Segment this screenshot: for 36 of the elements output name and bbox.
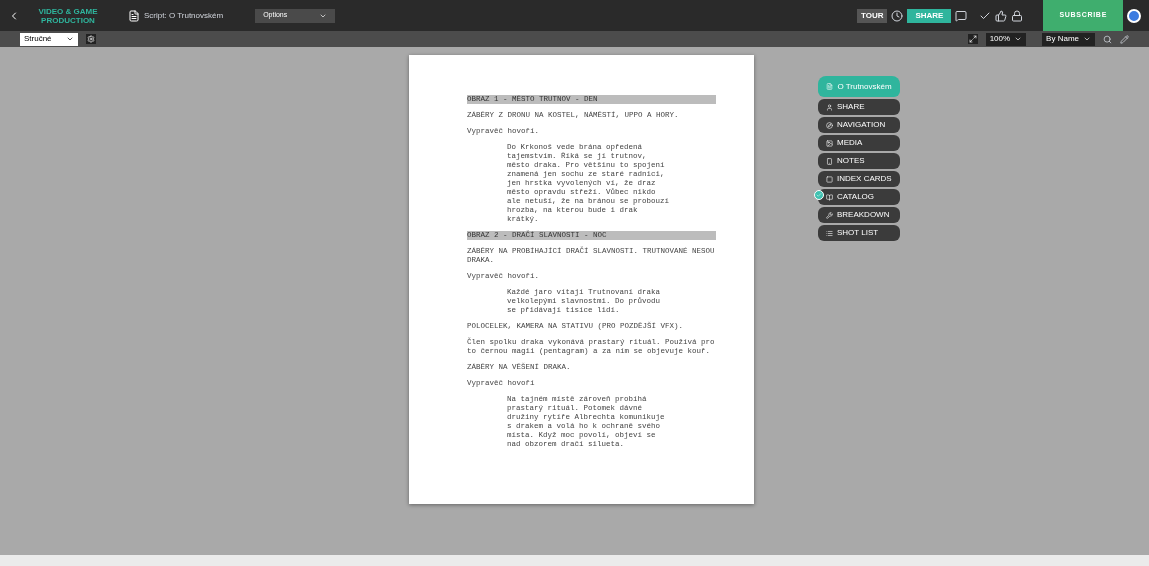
caret-icon <box>1014 35 1023 43</box>
avatar[interactable] <box>1127 8 1141 23</box>
panel-menu-item[interactable]: INDEX CARDS <box>818 171 900 187</box>
settings-icon[interactable] <box>86 34 96 44</box>
compass-icon <box>826 121 833 129</box>
logo[interactable]: VIDEO & GAME PRODUCTION <box>32 6 104 25</box>
card-icon <box>826 175 833 183</box>
zoom-dropdown[interactable]: 100% <box>985 32 1027 46</box>
document-icon <box>128 9 140 22</box>
caret-icon <box>66 35 74 43</box>
thumbs-up-icon[interactable] <box>995 9 1008 22</box>
phone-icon <box>826 157 833 165</box>
format-dropdown[interactable]: Stručné <box>20 32 78 46</box>
image-icon <box>826 139 833 147</box>
chat-icon[interactable] <box>955 9 968 22</box>
clock-icon[interactable] <box>891 9 904 22</box>
document-title: Script: O Trutnovském <box>144 9 224 22</box>
tour-button[interactable]: TOUR <box>856 8 888 23</box>
panel-menu-item[interactable]: NOTES <box>818 153 900 169</box>
wrench-icon <box>826 211 833 219</box>
lock-icon[interactable] <box>1011 9 1024 22</box>
caret-icon <box>1083 35 1091 43</box>
panel-menu-item[interactable]: NAVIGATION <box>818 117 900 133</box>
expand-icon[interactable] <box>967 34 978 44</box>
list-icon <box>826 229 833 237</box>
pencil-icon[interactable] <box>1120 34 1129 44</box>
panel-menu-item[interactable]: SHOT LIST <box>818 225 900 241</box>
search-icon[interactable] <box>1103 34 1112 44</box>
book-icon <box>826 193 833 201</box>
person-icon <box>826 103 833 111</box>
sort-dropdown[interactable]: By Name <box>1042 32 1095 46</box>
panel-menu-item[interactable]: CATALOG <box>818 189 900 205</box>
document-icon <box>826 83 834 90</box>
panel-menu-item[interactable]: SHARE <box>818 99 900 115</box>
panel-menu-item[interactable]: BREAKDOWN <box>818 207 900 223</box>
panel-menu-item[interactable]: MEDIA <box>818 135 900 151</box>
